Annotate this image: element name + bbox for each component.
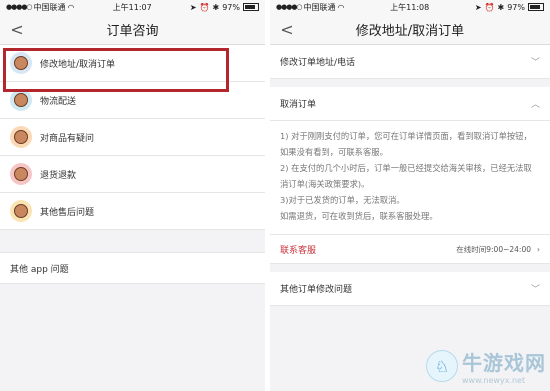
alarm-icon: ⏰ <box>199 2 210 12</box>
battery-icon <box>528 3 544 11</box>
watermark-url: www.newyx.net <box>462 376 526 385</box>
spacer <box>270 79 550 87</box>
battery-percent: 97% <box>507 2 525 12</box>
wifi-icon: ◠ <box>67 2 75 12</box>
status-bar: ●●●●○ 中国联通 ◠ 上午11:08 ➤ ⏰ ✱ 97% <box>270 0 550 14</box>
page-title: 修改地址/取消订单 <box>355 23 465 39</box>
nav-bar: < 订单咨询 <box>0 14 265 45</box>
answer-line: 1) 对于刚刚支付的订单，您可在订单详情页面，看到取消订单按钮，如果没有看到，可… <box>280 131 532 157</box>
topic-after-sales[interactable]: 其他售后问题 <box>0 193 265 230</box>
question-label: 取消订单 <box>280 100 317 110</box>
bluetooth-icon: ✱ <box>497 2 505 12</box>
back-icon[interactable]: < <box>10 20 24 39</box>
signal-icon: ●●●●○ <box>6 3 33 11</box>
question-label: 修改订单地址/电话 <box>280 58 356 68</box>
list-item-label: 修改地址/取消订单 <box>40 59 116 70</box>
location-icon: ➤ <box>474 2 482 12</box>
chevron-right-icon: › <box>537 244 540 254</box>
contact-service-button[interactable]: 联系客服 在线时间9:00~24:00 › <box>270 235 550 264</box>
status-time: 上午11:07 <box>112 2 152 12</box>
question-label: 其他订单修改问题 <box>280 285 353 295</box>
topic-refund[interactable]: 退货退款 <box>0 156 265 193</box>
other-app-label: 其他 app 问题 <box>10 264 69 275</box>
right-screen: ●●●●○ 中国联通 ◠ 上午11:08 ➤ ⏰ ✱ 97% < 修改地址/取消… <box>270 0 550 391</box>
chevron-down-icon: ﹀ <box>530 285 540 295</box>
avatar-icon <box>10 52 32 74</box>
signal-icon: ●●●●○ <box>276 3 303 11</box>
answer-line: 3)对于已发货的订单，无法取消。 <box>280 195 405 205</box>
battery-icon <box>243 3 259 11</box>
spacer <box>270 264 550 272</box>
bluetooth-icon: ✱ <box>212 2 220 12</box>
wifi-icon: ◠ <box>337 2 345 12</box>
carrier: 中国联通 <box>33 2 66 12</box>
answer-text: 1) 对于刚刚支付的订单，您可在订单详情页面，看到取消订单按钮，如果没有看到，可… <box>270 121 550 235</box>
chevron-up-icon: ︿ <box>530 100 540 110</box>
watermark-text: 牛游戏网 <box>462 351 546 375</box>
location-icon: ➤ <box>189 2 197 12</box>
nav-bar: < 修改地址/取消订单 <box>270 14 550 45</box>
question-cancel-order[interactable]: 取消订单 ︿ <box>270 87 550 121</box>
battery-percent: 97% <box>222 2 240 12</box>
topic-logistics[interactable]: 物流配送 <box>0 82 265 119</box>
question-other-order-changes[interactable]: 其他订单修改问题 ﹀ <box>270 272 550 306</box>
page-title: 订单咨询 <box>106 23 159 39</box>
list-item-label: 物流配送 <box>40 96 77 107</box>
chevron-down-icon: ﹀ <box>530 58 540 68</box>
topic-address-cancel[interactable]: 修改地址/取消订单 <box>0 45 265 82</box>
question-change-address[interactable]: 修改订单地址/电话 ﹀ <box>270 45 550 79</box>
spacer <box>0 230 265 252</box>
online-hours: 在线时间9:00~24:00 <box>456 244 531 254</box>
carrier: 中国联通 <box>303 2 336 12</box>
answer-line: 如需退货，可在收到货后，联系客服处理。 <box>280 211 438 221</box>
list-item-label: 对商品有疑问 <box>40 133 95 144</box>
contact-label: 联系客服 <box>280 245 317 256</box>
topic-list: 修改地址/取消订单 物流配送 对商品有疑问 退货退款 其他售后问题 <box>0 45 265 230</box>
other-app-issues[interactable]: 其他 app 问题 <box>0 252 265 284</box>
alarm-icon: ⏰ <box>484 2 495 12</box>
avatar-icon <box>10 126 32 148</box>
avatar-icon <box>10 89 32 111</box>
list-item-label: 退货退款 <box>40 170 77 181</box>
left-screen: ●●●●○ 中国联通 ◠ 上午11:07 ➤ ⏰ ✱ 97% < 订单咨询 修改… <box>0 0 265 391</box>
back-icon[interactable]: < <box>280 20 294 39</box>
answer-line: 2) 在支付的几个小时后，订单一般已经提交给海关审核，已经无法取消订单(海关政策… <box>280 163 532 189</box>
status-bar: ●●●●○ 中国联通 ◠ 上午11:07 ➤ ⏰ ✱ 97% <box>0 0 265 14</box>
avatar-icon <box>10 163 32 185</box>
watermark: ♘ 牛游戏网 www.newyx.net <box>426 347 546 385</box>
watermark-logo-icon: ♘ <box>426 350 458 382</box>
topic-product-question[interactable]: 对商品有疑问 <box>0 119 265 156</box>
avatar-icon <box>10 200 32 222</box>
list-item-label: 其他售后问题 <box>40 207 95 218</box>
status-time: 上午11:08 <box>390 2 430 12</box>
